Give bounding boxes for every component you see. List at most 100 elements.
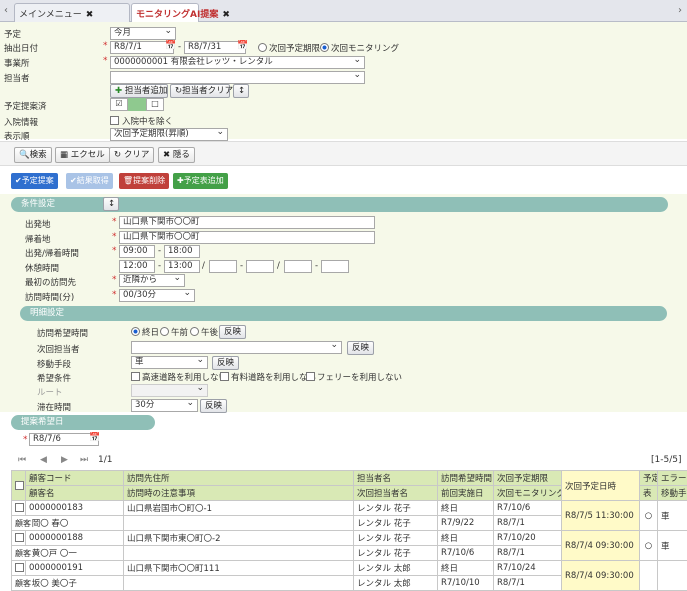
exclude-hospital-checkbox[interactable] bbox=[110, 116, 119, 125]
break-from-input[interactable]: 12:00 bbox=[119, 260, 155, 273]
delete-proposal-button[interactable]: 🗑提案削除 bbox=[119, 173, 169, 189]
radio-am[interactable] bbox=[160, 327, 169, 336]
col-header: エラー bbox=[658, 471, 687, 486]
stay-select[interactable]: 30分 bbox=[131, 399, 198, 412]
toll-checkbox[interactable] bbox=[220, 372, 229, 381]
checkbox-label: フェリーを利用しない bbox=[317, 371, 402, 383]
date-separator: - bbox=[178, 42, 181, 52]
first-visit-select[interactable]: 近隣から bbox=[119, 274, 185, 287]
return-input[interactable]: 山口県下関市〇〇町 bbox=[119, 231, 375, 244]
order-select[interactable]: 次回予定期限(昇順) bbox=[110, 128, 228, 141]
customer-code: 0000000188 bbox=[26, 531, 124, 546]
button-label: エクセル bbox=[71, 150, 105, 160]
required-mark: * bbox=[112, 275, 117, 285]
calendar-icon[interactable]: 📅 bbox=[89, 433, 100, 443]
section-title: 明細設定 bbox=[30, 308, 64, 318]
depart-input[interactable]: 山口県下関市〇〇町 bbox=[119, 216, 375, 229]
reflect-button[interactable]: 反映 bbox=[212, 356, 239, 370]
next-limit: R7/10/6 bbox=[494, 501, 562, 516]
route-label: ルート bbox=[37, 386, 63, 398]
fetch-result-button[interactable]: ✔結果取得 bbox=[66, 173, 113, 189]
reflect-button[interactable]: 反映 bbox=[219, 325, 246, 339]
next-staff-name: レンタル 花子 bbox=[354, 516, 438, 531]
sort-button[interactable]: ↕ bbox=[233, 84, 249, 98]
row-select-cell[interactable] bbox=[12, 561, 26, 576]
prev-page-icon[interactable]: ◀ bbox=[40, 455, 47, 465]
close-icon[interactable]: ✖ bbox=[86, 10, 94, 20]
table-row[interactable]: 0000000183山口県岩国市〇町〇-1レンタル 花子終日R7/10/6R8/… bbox=[12, 501, 687, 516]
depart-time-input[interactable]: 09:00 bbox=[119, 245, 155, 258]
visit-address: 山口県下関市東〇町〇-2 bbox=[124, 531, 354, 546]
tab-monitoring-ai[interactable]: モニタリングAI提案✖ bbox=[131, 3, 199, 22]
button-label: 担当者クリア bbox=[182, 86, 233, 96]
table-row[interactable]: 0000000188山口県下関市東〇町〇-2レンタル 花子終日R7/10/20R… bbox=[12, 531, 687, 546]
move-select[interactable]: 車 bbox=[131, 356, 208, 369]
tab-scroll-left-icon[interactable]: ‹ bbox=[1, 3, 11, 19]
first-page-icon[interactable]: ⏮ bbox=[18, 455, 26, 465]
staff-select[interactable] bbox=[110, 71, 365, 84]
calendar-icon[interactable]: 📅 bbox=[165, 41, 176, 51]
radio-next-monitoring[interactable] bbox=[320, 43, 329, 52]
next-page-icon[interactable]: ▶ bbox=[61, 455, 68, 465]
row-checkbox[interactable] bbox=[15, 533, 24, 542]
wish-time: 終日 bbox=[438, 531, 494, 546]
next-staff-select[interactable] bbox=[131, 341, 342, 354]
next-monitoring: R8/7/1 bbox=[494, 546, 562, 561]
close-icon[interactable]: ✖ bbox=[222, 10, 230, 20]
col-header: 次回モニタリング bbox=[494, 486, 562, 501]
sort-button[interactable]: ↕ bbox=[103, 197, 119, 211]
break3-to-input[interactable] bbox=[321, 260, 349, 273]
hide-button[interactable]: ✖ 隠る bbox=[158, 147, 195, 163]
visit-time-select[interactable]: 00/30分 bbox=[119, 289, 195, 302]
button-label: 検索 bbox=[30, 150, 47, 160]
propose-button[interactable]: ✔予定提案 bbox=[11, 173, 58, 189]
break-to-input[interactable]: 13:00 bbox=[164, 260, 200, 273]
required-mark: * bbox=[112, 232, 117, 242]
visit-note bbox=[124, 576, 354, 591]
add-schedule-button[interactable]: ✚予定表追加 bbox=[173, 173, 228, 189]
break2-to-input[interactable] bbox=[246, 260, 274, 273]
break2-from-input[interactable] bbox=[209, 260, 237, 273]
select-all-cell[interactable] bbox=[12, 471, 26, 501]
radio-next-deadline[interactable] bbox=[258, 43, 267, 52]
row-checkbox[interactable] bbox=[15, 563, 24, 572]
search-button[interactable]: 🔍検索 bbox=[14, 147, 52, 163]
reflect-button[interactable]: 反映 bbox=[347, 341, 374, 355]
row-checkbox[interactable] bbox=[15, 503, 24, 512]
break3-from-input[interactable] bbox=[284, 260, 312, 273]
radio-label: 次回予定期限 bbox=[269, 42, 320, 54]
tab-scroll-right-icon[interactable]: › bbox=[675, 3, 685, 19]
separator: - bbox=[315, 261, 318, 271]
office-select[interactable]: 0000000001 有限会社レッツ・レンタル bbox=[110, 56, 365, 69]
radio-all-day[interactable] bbox=[131, 327, 140, 336]
visit-time-label: 訪問時間(分) bbox=[25, 291, 74, 303]
return-time-input[interactable]: 18:00 bbox=[164, 245, 200, 258]
highway-checkbox[interactable] bbox=[131, 372, 140, 381]
radio-pm[interactable] bbox=[190, 327, 199, 336]
calendar-icon[interactable]: 📅 bbox=[237, 41, 248, 51]
next-monitoring: R8/7/1 bbox=[494, 576, 562, 591]
clear-staff-button[interactable]: ↻担当者クリア bbox=[170, 84, 230, 98]
reflect-button[interactable]: 反映 bbox=[200, 399, 227, 413]
radio-label: 終日 bbox=[142, 326, 159, 338]
tab-main-menu[interactable]: メインメニュー✖ bbox=[14, 3, 130, 22]
proposed-checked-toggle[interactable]: ☑ bbox=[110, 98, 128, 111]
select-all-checkbox[interactable] bbox=[15, 481, 24, 490]
wish-time: 終日 bbox=[438, 501, 494, 516]
last-page-icon[interactable]: ⏭ bbox=[80, 455, 88, 465]
time-label: 出発/帰着時間 bbox=[25, 247, 79, 259]
move-means bbox=[658, 561, 687, 591]
yotei-select[interactable]: 今月 bbox=[110, 27, 176, 40]
row-select-cell[interactable] bbox=[12, 501, 26, 516]
row-select-cell[interactable] bbox=[12, 531, 26, 546]
excel-button[interactable]: ▦ エクセル bbox=[55, 147, 110, 163]
last-date: R7/9/22 bbox=[438, 516, 494, 531]
add-staff-button[interactable]: ✚ 担当者追加 bbox=[110, 84, 168, 98]
separator: - bbox=[158, 261, 161, 271]
ferry-checkbox[interactable] bbox=[306, 372, 315, 381]
wish-time: 終日 bbox=[438, 561, 494, 576]
move-label: 移動手段 bbox=[37, 358, 71, 370]
table-row[interactable]: 0000000191山口県下関市〇〇町111レンタル 太郎終日R7/10/24R… bbox=[12, 561, 687, 576]
clear-button[interactable]: ↻ クリア bbox=[109, 147, 154, 163]
proposed-unchecked-toggle[interactable]: □ bbox=[146, 98, 164, 111]
